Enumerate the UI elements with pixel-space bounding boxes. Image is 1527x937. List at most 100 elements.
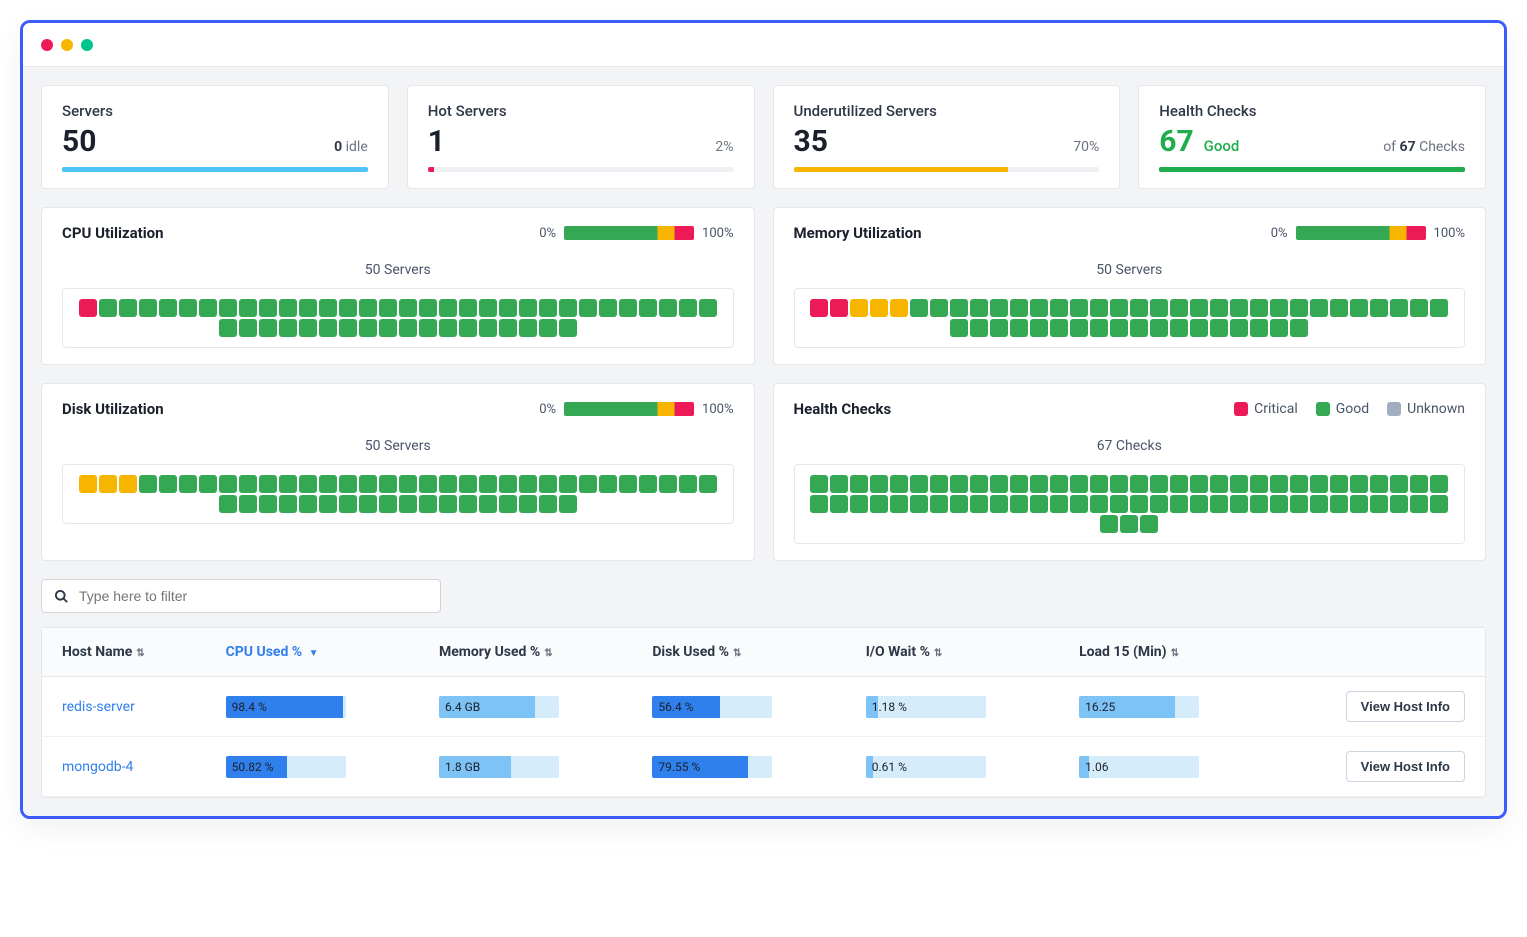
heatmap-cell[interactable] [1290, 319, 1308, 337]
heatmap-cell[interactable] [950, 475, 968, 493]
heatmap-cell[interactable] [1370, 495, 1388, 513]
heatmap-cell[interactable] [950, 299, 968, 317]
heatmap-cell[interactable] [279, 319, 297, 337]
host-link[interactable]: mongodb-4 [62, 759, 133, 775]
heatmap-cell[interactable] [1010, 299, 1028, 317]
heatmap-cell[interactable] [950, 495, 968, 513]
heatmap-cell[interactable] [519, 475, 537, 493]
heatmap-cell[interactable] [559, 299, 577, 317]
maximize-icon[interactable] [81, 39, 93, 51]
heatmap-cell[interactable] [279, 475, 297, 493]
heatmap-cell[interactable] [830, 475, 848, 493]
heatmap-cell[interactable] [830, 495, 848, 513]
heatmap-cell[interactable] [539, 319, 557, 337]
heatmap-cell[interactable] [1030, 495, 1048, 513]
heatmap-cell[interactable] [1090, 319, 1108, 337]
heatmap-cell[interactable] [930, 475, 948, 493]
heatmap-cell[interactable] [1210, 319, 1228, 337]
heatmap-cell[interactable] [1290, 299, 1308, 317]
heatmap-cell[interactable] [1230, 299, 1248, 317]
heatmap-cell[interactable] [639, 475, 657, 493]
heatmap-cell[interactable] [439, 495, 457, 513]
heatmap-cell[interactable] [379, 299, 397, 317]
heatmap-cell[interactable] [399, 319, 417, 337]
heatmap-cell[interactable] [279, 495, 297, 513]
heatmap-cell[interactable] [439, 299, 457, 317]
heatmap-cell[interactable] [1390, 475, 1408, 493]
close-icon[interactable] [41, 39, 53, 51]
card-health-checks[interactable]: Health Checks 67 Good of 67 Checks [1138, 85, 1486, 189]
view-host-button[interactable]: View Host Info [1346, 691, 1465, 722]
heatmap-cell[interactable] [1010, 475, 1028, 493]
heatmap-cell[interactable] [1290, 495, 1308, 513]
heatmap-cell[interactable] [1150, 475, 1168, 493]
heatmap-cell[interactable] [1370, 299, 1388, 317]
heatmap-cell[interactable] [910, 475, 928, 493]
heatmap-cell[interactable] [1010, 495, 1028, 513]
heatmap-cell[interactable] [890, 495, 908, 513]
heatmap-cell[interactable] [599, 299, 617, 317]
heatmap-cell[interactable] [1430, 299, 1448, 317]
heatmap-cell[interactable] [1210, 495, 1228, 513]
heatmap-cell[interactable] [159, 475, 177, 493]
heatmap-cell[interactable] [339, 299, 357, 317]
heatmap-cell[interactable] [399, 475, 417, 493]
heatmap-cell[interactable] [519, 299, 537, 317]
heatmap-cell[interactable] [1150, 495, 1168, 513]
heatmap-cell[interactable] [1210, 475, 1228, 493]
heatmap-cell[interactable] [519, 319, 537, 337]
heatmap-cell[interactable] [850, 475, 868, 493]
heatmap-cell[interactable] [990, 495, 1008, 513]
heatmap-cell[interactable] [870, 475, 888, 493]
heatmap-cell[interactable] [299, 475, 317, 493]
heatmap-cell[interactable] [159, 299, 177, 317]
heatmap-cell[interactable] [1070, 495, 1088, 513]
heatmap-cell[interactable] [359, 495, 377, 513]
heatmap-cell[interactable] [459, 475, 477, 493]
heatmap-cell[interactable] [439, 319, 457, 337]
heatmap-cell[interactable] [179, 475, 197, 493]
heatmap-cell[interactable] [990, 319, 1008, 337]
heatmap-cell[interactable] [1190, 299, 1208, 317]
heatmap-cell[interactable] [810, 299, 828, 317]
heatmap-cell[interactable] [1170, 475, 1188, 493]
heatmap-cell[interactable] [1120, 515, 1138, 533]
heatmap-cell[interactable] [1390, 495, 1408, 513]
heatmap-cell[interactable] [1190, 475, 1208, 493]
filter-box[interactable] [41, 579, 441, 613]
heatmap-cell[interactable] [419, 495, 437, 513]
heatmap-cell[interactable] [459, 319, 477, 337]
heatmap-cell[interactable] [119, 299, 137, 317]
heatmap-cell[interactable] [1110, 475, 1128, 493]
heatmap-cell[interactable] [1230, 475, 1248, 493]
col-mem[interactable]: Memory Used %⇅ [419, 628, 632, 677]
heatmap-cell[interactable] [399, 299, 417, 317]
heatmap-cell[interactable] [1110, 495, 1128, 513]
heatmap-cell[interactable] [970, 475, 988, 493]
heatmap-cell[interactable] [499, 299, 517, 317]
heatmap-cell[interactable] [539, 299, 557, 317]
heatmap-cell[interactable] [1410, 475, 1428, 493]
heatmap-cell[interactable] [479, 475, 497, 493]
col-io[interactable]: I/O Wait %⇅ [846, 628, 1059, 677]
heatmap-cell[interactable] [1390, 299, 1408, 317]
heatmap-cell[interactable] [1130, 319, 1148, 337]
heatmap-cell[interactable] [1100, 515, 1118, 533]
heatmap-cell[interactable] [319, 299, 337, 317]
heatmap-cell[interactable] [479, 299, 497, 317]
heatmap-cell[interactable] [679, 299, 697, 317]
heatmap-cell[interactable] [950, 319, 968, 337]
heatmap-cell[interactable] [239, 475, 257, 493]
heatmap-cell[interactable] [910, 299, 928, 317]
heatmap-cell[interactable] [1010, 319, 1028, 337]
heatmap-cell[interactable] [399, 495, 417, 513]
card-hot-servers[interactable]: Hot Servers 1 2% [407, 85, 755, 189]
heatmap-cell[interactable] [1140, 515, 1158, 533]
col-disk[interactable]: Disk Used %⇅ [632, 628, 845, 677]
heatmap-cell[interactable] [339, 495, 357, 513]
heatmap-cell[interactable] [299, 319, 317, 337]
heatmap-cell[interactable] [1190, 319, 1208, 337]
heatmap-cell[interactable] [139, 299, 157, 317]
heatmap-cell[interactable] [990, 475, 1008, 493]
heatmap-cell[interactable] [1050, 299, 1068, 317]
